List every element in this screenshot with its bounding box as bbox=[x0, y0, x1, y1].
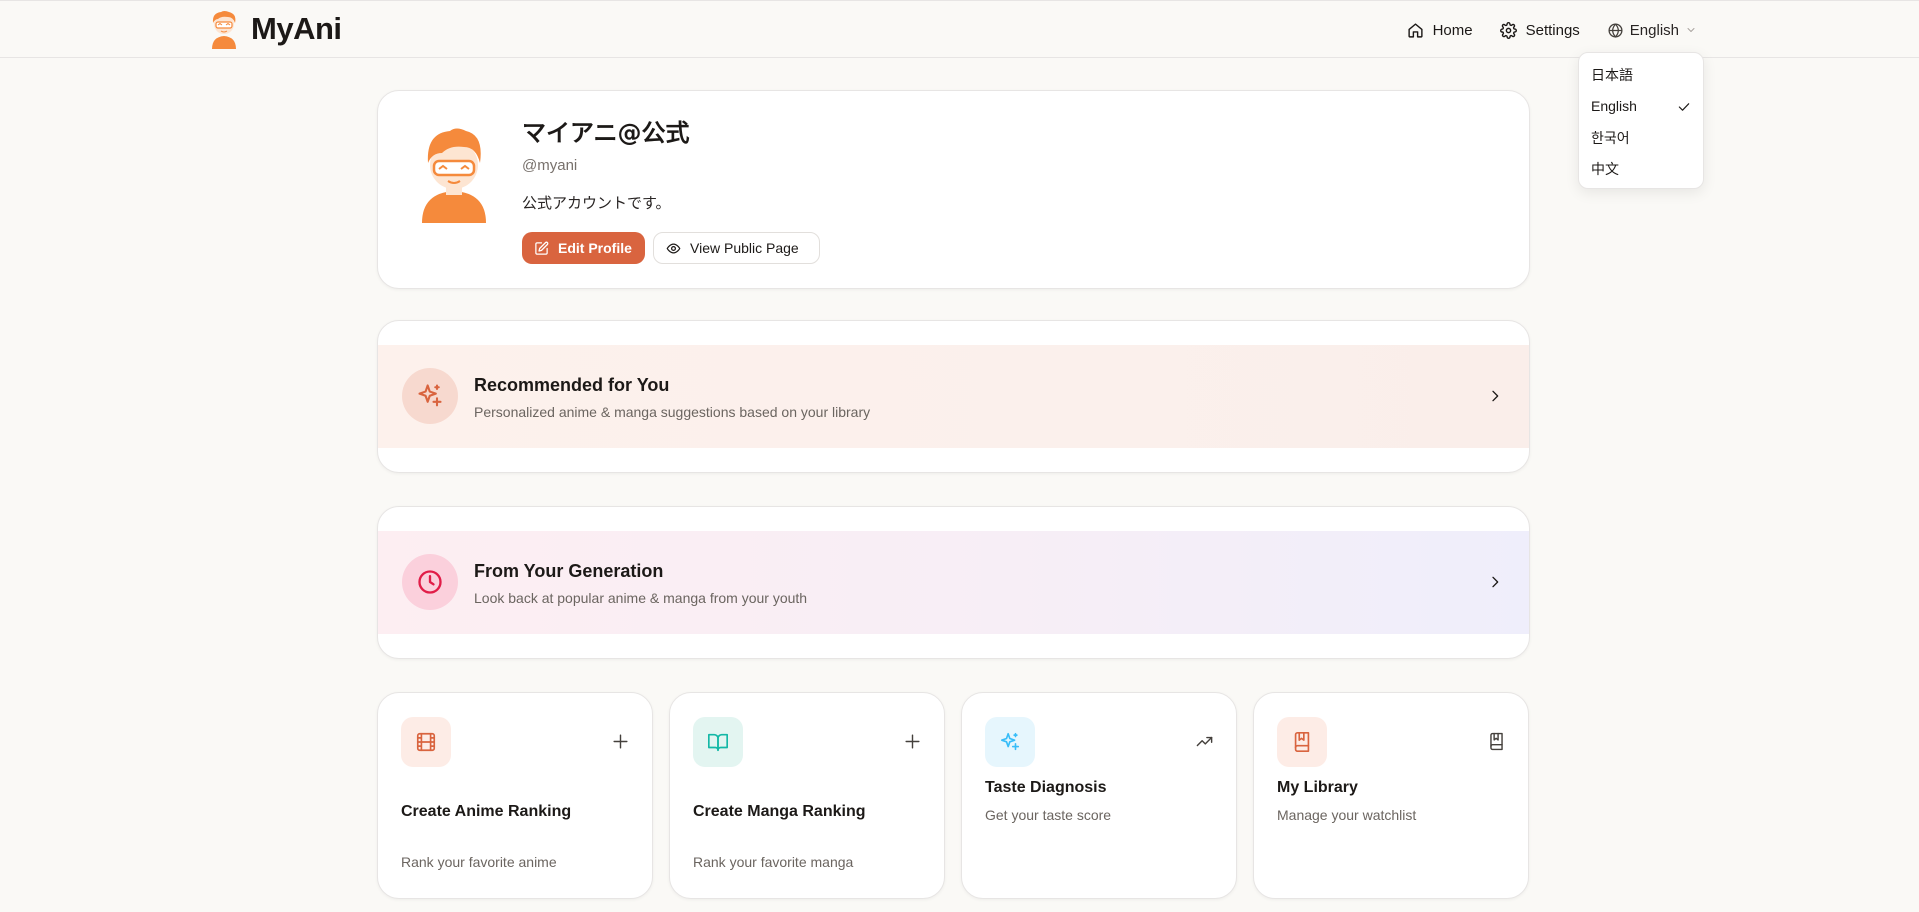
language-selector[interactable]: English bbox=[1607, 15, 1697, 45]
tile-description: Rank your favorite manga bbox=[693, 854, 854, 870]
nav-home[interactable]: Home bbox=[1407, 15, 1473, 45]
language-selector-label: English bbox=[1629, 21, 1679, 39]
profile-handle: @myani bbox=[522, 157, 578, 174]
edit-profile-button[interactable]: Edit Profile bbox=[522, 232, 645, 264]
language-option-en-label: English bbox=[1591, 98, 1637, 115]
chevron-right-icon bbox=[1492, 390, 1499, 402]
brand-name: MyAni bbox=[251, 11, 342, 46]
check-icon bbox=[1678, 102, 1690, 111]
gear-icon bbox=[1499, 21, 1517, 39]
tile-title: Create Anime Ranking bbox=[401, 803, 572, 820]
tile-description: Manage your watchlist bbox=[1277, 807, 1417, 823]
view-public-page-label: View Public Page bbox=[690, 240, 799, 256]
eye-icon bbox=[666, 243, 681, 253]
top-header: MyAni Home Settings English bbox=[0, 0, 1919, 58]
avatar bbox=[422, 128, 486, 223]
generation-card[interactable]: From Your Generation Look back at popula… bbox=[377, 506, 1530, 659]
language-option-en[interactable]: English bbox=[1579, 91, 1703, 123]
tile-icon-badge bbox=[401, 717, 451, 767]
create-anime-ranking-tile[interactable]: Create Anime Ranking Rank your favorite … bbox=[377, 692, 653, 899]
generation-banner: From Your Generation Look back at popula… bbox=[378, 531, 1529, 634]
edit-icon bbox=[535, 241, 549, 255]
plus-icon[interactable] bbox=[903, 732, 922, 751]
recommended-description: Personalized anime & manga suggestions b… bbox=[474, 404, 871, 420]
bookmark-book-icon bbox=[1294, 732, 1310, 752]
top-nav: Home Settings English bbox=[1407, 15, 1697, 45]
profile-card: マイアニ@公式 @myani 公式アカウントです。 Edit Profile V… bbox=[377, 90, 1530, 289]
taste-diagnosis-tile[interactable]: Taste Diagnosis Get your taste score bbox=[961, 692, 1237, 899]
nav-home-label: Home bbox=[1432, 21, 1473, 39]
brand[interactable]: MyAni bbox=[207, 9, 342, 49]
generation-title: From Your Generation bbox=[474, 561, 664, 581]
clock-icon bbox=[418, 570, 442, 594]
sparkles-icon bbox=[1000, 732, 1020, 751]
language-option-zh[interactable]: 中文 bbox=[1579, 154, 1703, 186]
language-option-ja[interactable]: 日本語 bbox=[1579, 59, 1703, 91]
trending-up-icon bbox=[1196, 736, 1213, 747]
nav-settings-label: Settings bbox=[1525, 21, 1580, 39]
tile-icon-badge bbox=[693, 717, 743, 767]
chevron-down-icon bbox=[1687, 28, 1695, 32]
book-open-icon bbox=[708, 733, 728, 752]
edit-profile-label: Edit Profile bbox=[558, 240, 632, 256]
tile-description: Rank your favorite anime bbox=[401, 854, 557, 870]
language-menu: 日本語 English 한국어 中文 bbox=[1578, 52, 1704, 189]
tile-icon-badge bbox=[985, 717, 1035, 767]
profile-bio: 公式アカウントです。 bbox=[522, 194, 671, 212]
generation-description: Look back at popular anime & manga from … bbox=[474, 590, 808, 606]
nav-settings[interactable]: Settings bbox=[1499, 15, 1580, 45]
tile-icon-badge bbox=[1277, 717, 1327, 767]
generation-icon-badge bbox=[402, 554, 458, 610]
plus-icon[interactable] bbox=[611, 732, 630, 751]
film-icon bbox=[416, 732, 436, 752]
recommended-banner: Recommended for You Personalized anime &… bbox=[378, 345, 1529, 448]
recommended-icon-badge bbox=[402, 368, 458, 424]
tile-description: Get your taste score bbox=[985, 807, 1112, 823]
view-public-page-button[interactable]: View Public Page bbox=[653, 232, 820, 264]
sparkles-icon bbox=[418, 384, 442, 407]
recommended-card[interactable]: Recommended for You Personalized anime &… bbox=[377, 320, 1530, 473]
tile-title: Create Manga Ranking bbox=[693, 803, 866, 820]
my-library-tile[interactable]: My Library Manage your watchlist bbox=[1253, 692, 1529, 899]
create-manga-ranking-tile[interactable]: Create Manga Ranking Rank your favorite … bbox=[669, 692, 945, 899]
bookmark-book-icon bbox=[1490, 732, 1503, 751]
home-icon bbox=[1407, 22, 1423, 38]
mascot-logo-icon bbox=[212, 11, 236, 49]
profile-name: マイアニ@公式 bbox=[522, 119, 690, 147]
globe-icon bbox=[1608, 22, 1623, 38]
recommended-title: Recommended for You bbox=[474, 375, 670, 395]
tile-title: My Library bbox=[1277, 779, 1358, 796]
tile-title: Taste Diagnosis bbox=[985, 779, 1107, 796]
language-option-ko[interactable]: 한국어 bbox=[1579, 122, 1703, 154]
chevron-right-icon bbox=[1492, 576, 1499, 588]
